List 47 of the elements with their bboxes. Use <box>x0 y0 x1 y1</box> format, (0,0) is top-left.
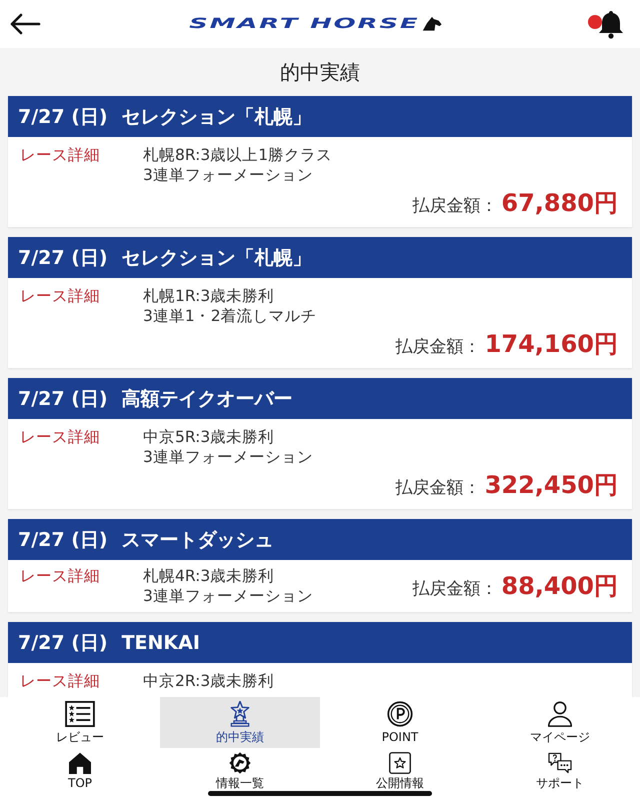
bet-type: 3連単フォーメーション <box>143 586 314 606</box>
payout-amount: 174,160円 <box>484 329 618 360</box>
nav-tab[interactable]: POINT <box>320 697 480 748</box>
race-name: 札幌4R:3歳未勝利 <box>143 566 276 586</box>
bet-type: 3連単フォーメーション <box>143 165 314 185</box>
person-icon <box>545 701 575 727</box>
nav-tab[interactable]: サポート <box>480 748 640 800</box>
payout-label: 払戻金額： <box>396 336 481 358</box>
race-name: 中京2R:3歳未勝利 <box>143 671 276 691</box>
race-date: 7/27 (日) <box>18 630 108 656</box>
nav-tab[interactable]: 的中実績 <box>160 697 320 748</box>
payout-amount: 88,400円 <box>501 571 618 602</box>
selection-name: セレクション「札幌」 <box>122 246 312 270</box>
logo-text: SMART HORSE <box>188 16 420 32</box>
bet-type: 3連単フォーメーション <box>143 447 314 467</box>
race-date: 7/27 (日) <box>18 528 108 552</box>
selection-name: セレクション「札幌」 <box>122 104 312 130</box>
payout-label: 払戻金額： <box>396 477 481 499</box>
back-arrow-icon[interactable] <box>8 13 42 35</box>
race-date: 7/27 (日) <box>18 104 108 130</box>
payout-amount: 322,450円 <box>484 470 618 501</box>
race-detail-link[interactable]: レース詳細 <box>20 671 143 691</box>
coin-icon <box>385 701 415 727</box>
nav-tab[interactable]: マイページ <box>480 697 640 748</box>
race-detail-link[interactable]: レース詳細 <box>20 145 143 185</box>
race-detail-link[interactable]: レース詳細 <box>20 427 143 467</box>
nav-tab[interactable]: レビュー <box>0 697 160 748</box>
page-title: 的中実績 <box>279 58 361 86</box>
payout-amount: 67,880円 <box>501 188 618 219</box>
selection-name: TENKAI <box>122 632 200 654</box>
race-name: 札幌1R:3歳未勝利 <box>143 286 276 306</box>
selection-name: 高額テイクオーバー <box>122 386 293 412</box>
star-list-icon <box>65 701 95 727</box>
nav-tab[interactable]: 公開情報 <box>320 748 480 800</box>
nav-tab[interactable]: TOP <box>0 748 160 800</box>
race-date: 7/27 (日) <box>18 386 108 412</box>
race-detail-link[interactable]: レース詳細 <box>20 566 143 586</box>
selection-name: スマートダッシュ <box>122 528 274 552</box>
bell-icon[interactable] <box>596 9 626 39</box>
race-date: 7/27 (日) <box>18 246 108 270</box>
payout-label: 払戻金額： <box>412 195 498 217</box>
race-name: 中京5R:3歳未勝利 <box>143 427 276 447</box>
horse-head-icon <box>422 16 442 32</box>
race-detail-link[interactable]: レース詳細 <box>20 286 143 326</box>
bet-type: 3連単1・2着流しマルチ <box>143 306 318 326</box>
payout-label: 払戻金額： <box>412 578 498 600</box>
race-name: 札幌8R:3歳以上1勝クラス <box>143 145 334 165</box>
